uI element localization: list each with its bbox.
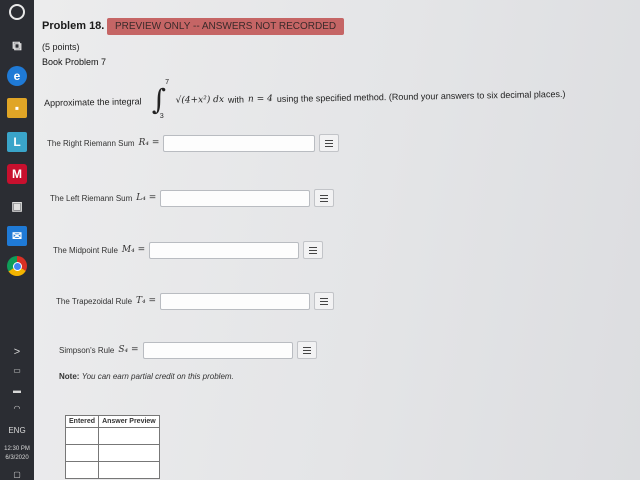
grid-icon bbox=[320, 194, 329, 202]
right-riemann-input[interactable] bbox=[163, 134, 316, 152]
grid-icon bbox=[309, 246, 318, 254]
clock-time[interactable]: 12:30 PM bbox=[0, 446, 34, 452]
rule-label: The Trapezoidal Rule bbox=[56, 296, 133, 306]
equation-editor-button[interactable] bbox=[296, 341, 317, 359]
lower-bound: 3 bbox=[159, 112, 164, 121]
task-view-icon[interactable]: ⧉ bbox=[7, 36, 27, 56]
partial-credit-note: Note: You can earn partial credit on thi… bbox=[59, 372, 234, 381]
table-row bbox=[64, 427, 160, 445]
grid-icon bbox=[302, 346, 311, 354]
rule-label: The Left Riemann Sum bbox=[50, 193, 133, 203]
answer-preview-column-header: Answer Preview bbox=[98, 415, 160, 428]
midpoint-input[interactable] bbox=[149, 241, 300, 259]
rule-label: The Right Riemann Sum bbox=[47, 138, 135, 148]
problem-page: Problem 18. PREVIEW ONLY -- ANSWERS NOT … bbox=[34, 0, 640, 480]
integral-expression: ∫ 7 3 bbox=[151, 78, 170, 121]
grid-icon bbox=[320, 297, 329, 305]
action-center-icon[interactable]: ▢ bbox=[0, 470, 34, 479]
clock-date[interactable]: 6/3/2020 bbox=[0, 455, 34, 461]
intro-text: Approximate the integral bbox=[43, 96, 142, 109]
rule-symbol: T₄ = bbox=[136, 296, 157, 306]
shopping-bag-icon[interactable]: ▣ bbox=[7, 196, 27, 216]
entered-column-header: Entered bbox=[64, 415, 100, 428]
trapezoidal-input[interactable] bbox=[160, 292, 311, 310]
note-prefix: Note: bbox=[59, 372, 80, 381]
rule-symbol: M₄ = bbox=[121, 245, 146, 255]
upper-bound: 7 bbox=[165, 78, 170, 86]
n-expression: n = 4 bbox=[247, 94, 273, 105]
battery-icon[interactable]: ▬ bbox=[0, 386, 34, 395]
integrand: √(4+x²) dx bbox=[175, 94, 225, 106]
equation-editor-button[interactable] bbox=[303, 241, 324, 259]
rule-label: The Midpoint Rule bbox=[53, 245, 118, 255]
simpson-input[interactable] bbox=[142, 341, 293, 359]
problem-statement: Approximate the integral ∫ 7 3 √(4+x²) d… bbox=[44, 75, 625, 121]
edge-browser-icon[interactable]: e bbox=[7, 66, 27, 86]
rule-symbol: S₄ = bbox=[118, 345, 139, 355]
windows-taskbar: ⧉ e ▪ L M ▣ ✉ > ▭ ▬ ◠ ENG 12:30 PM 6/3/2… bbox=[0, 0, 34, 480]
mcafee-icon[interactable]: M bbox=[7, 164, 27, 184]
equation-editor-button[interactable] bbox=[319, 134, 340, 152]
rule-label: Simpson's Rule bbox=[59, 345, 115, 355]
mail-icon[interactable]: ✉ bbox=[7, 226, 27, 246]
app-l-icon[interactable]: L bbox=[7, 132, 27, 152]
trapezoidal-row: The Trapezoidal Rule T₄ = bbox=[56, 292, 335, 310]
show-hidden-icons-arrow[interactable]: > bbox=[0, 346, 34, 358]
table-row bbox=[64, 461, 160, 479]
answer-preview-table: Entered Answer Preview bbox=[64, 415, 160, 479]
left-riemann-row: The Left Riemann Sum L₄ = bbox=[50, 189, 335, 207]
right-riemann-row: The Right Riemann Sum R₄ = bbox=[47, 134, 340, 152]
rule-symbol: R₄ = bbox=[138, 138, 160, 148]
book-problem-label: Book Problem 7 bbox=[42, 57, 107, 67]
rule-symbol: L₄ = bbox=[136, 193, 157, 203]
chrome-icon[interactable] bbox=[7, 256, 27, 276]
equation-editor-button[interactable] bbox=[314, 189, 335, 207]
start-circle-icon[interactable] bbox=[9, 4, 25, 20]
grid-icon bbox=[325, 139, 334, 147]
wifi-icon[interactable]: ◠ bbox=[0, 404, 34, 413]
store-icon[interactable]: ▪ bbox=[7, 98, 27, 118]
instructions-text: using the specified method. (Round your … bbox=[276, 88, 566, 104]
notification-icon[interactable]: ▭ bbox=[0, 366, 34, 375]
midpoint-row: The Midpoint Rule M₄ = bbox=[53, 241, 324, 259]
with-text: with bbox=[227, 94, 245, 105]
note-text: You can earn partial credit on this prob… bbox=[81, 372, 234, 381]
preview-only-badge: PREVIEW ONLY -- ANSWERS NOT RECORDED bbox=[107, 18, 345, 35]
points-label: (5 points) bbox=[42, 42, 80, 52]
simpson-row: Simpson's Rule S₄ = bbox=[59, 341, 317, 359]
language-indicator[interactable]: ENG bbox=[0, 426, 34, 435]
left-riemann-input[interactable] bbox=[160, 189, 311, 207]
problem-title: Problem 18. bbox=[42, 20, 105, 32]
equation-editor-button[interactable] bbox=[314, 292, 335, 310]
table-row bbox=[64, 444, 160, 462]
